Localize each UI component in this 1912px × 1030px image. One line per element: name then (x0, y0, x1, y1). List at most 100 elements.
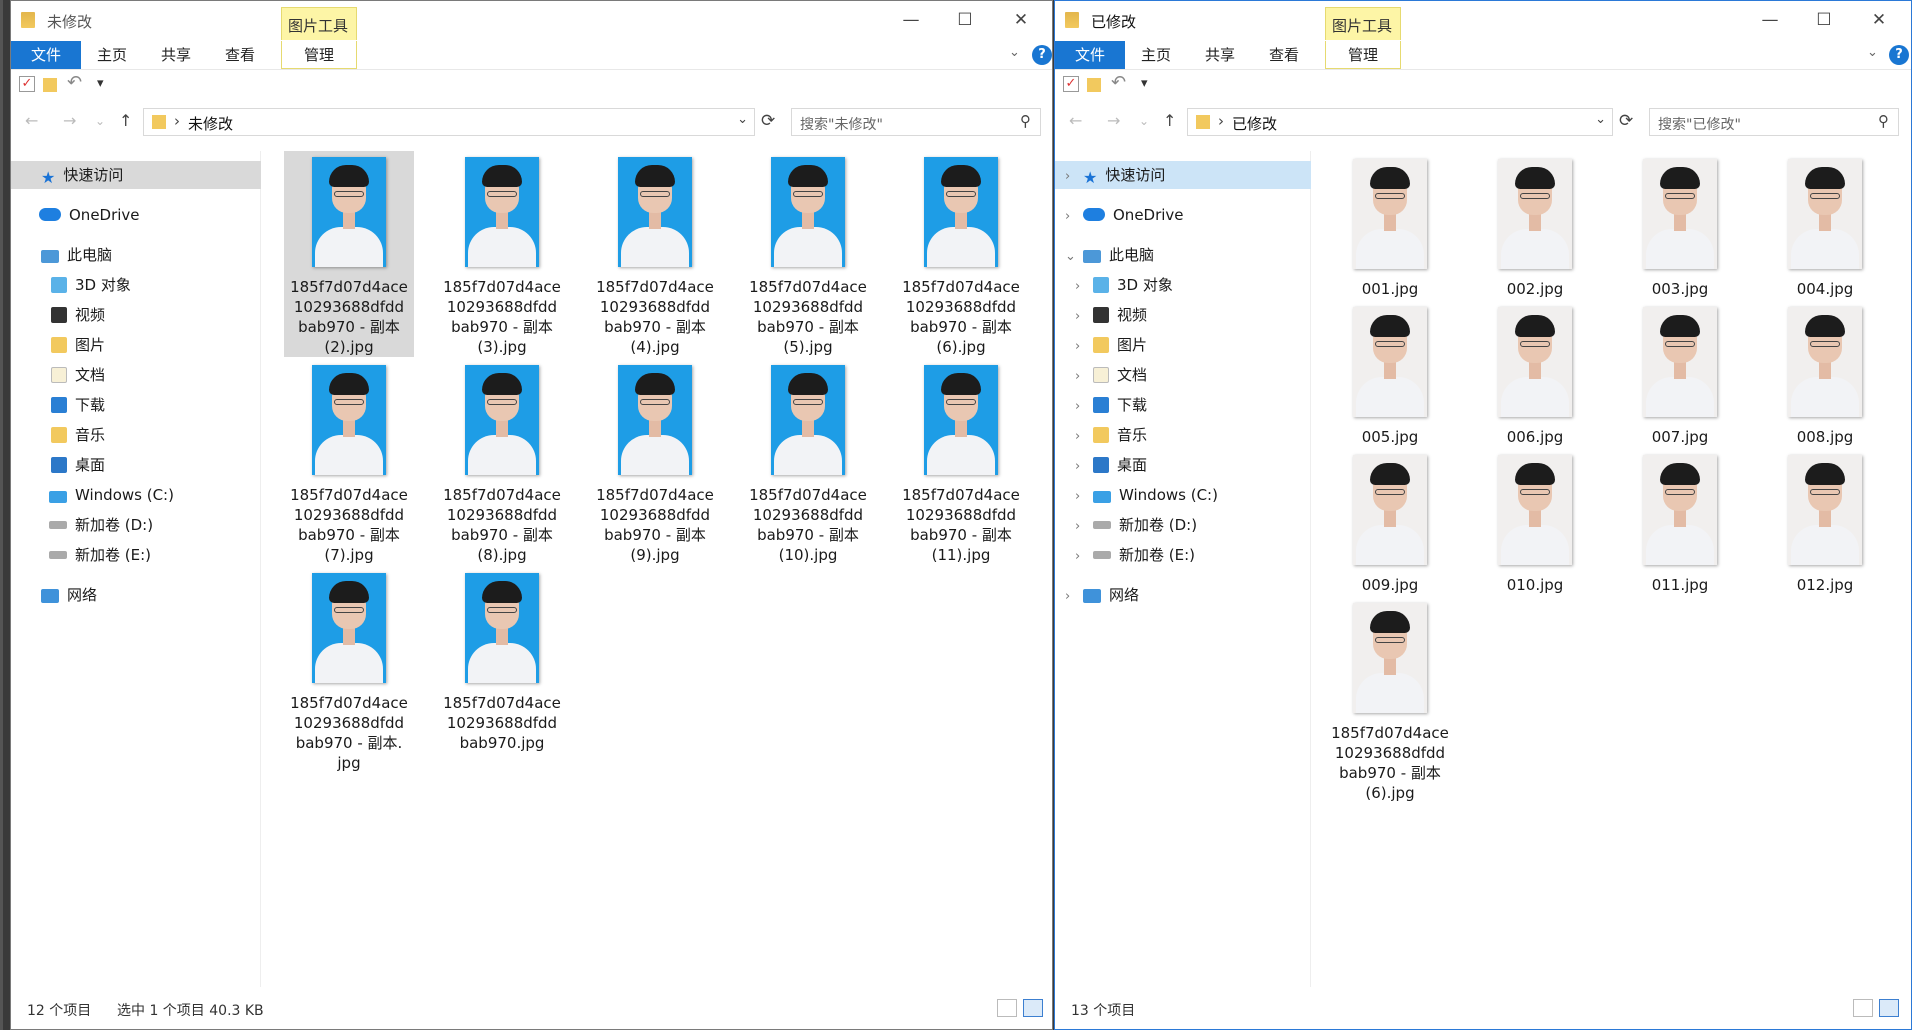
nav-drive-c[interactable]: Windows (C:) (11, 481, 174, 509)
nav-onedrive[interactable]: › OneDrive (1055, 201, 1184, 229)
chevron-down-icon[interactable]: ⌄ (1065, 243, 1083, 271)
customize-toolbar-icon[interactable]: ▾ (1141, 76, 1148, 91)
chevron-right-icon[interactable]: › (1075, 333, 1093, 361)
file-item[interactable]: 185f7d07d4ace 10293688dfdd bab970 - 副本 (… (590, 359, 720, 565)
properties-icon[interactable]: ✓ (1063, 76, 1079, 92)
chevron-right-icon[interactable]: › (1075, 513, 1093, 541)
file-item[interactable]: 007.jpg (1620, 301, 1740, 446)
tab-home[interactable]: 主页 (97, 41, 127, 69)
back-icon[interactable]: ← (1069, 111, 1082, 130)
back-icon[interactable]: ← (25, 111, 38, 130)
file-item[interactable]: 001.jpg (1330, 153, 1450, 298)
file-item[interactable]: 185f7d07d4ace 10293688dfdd bab970 - 副本 (… (437, 359, 567, 565)
nav-desktop[interactable]: 桌面 (11, 451, 105, 479)
customize-toolbar-icon[interactable]: ▾ (97, 76, 104, 91)
file-item[interactable]: 185f7d07d4ace 10293688dfdd bab970 - 副本 (… (284, 151, 414, 357)
chevron-right-icon[interactable]: › (1065, 203, 1083, 231)
nav-drive-d[interactable]: › 新加卷 (D:) (1055, 511, 1197, 539)
tab-share[interactable]: 共享 (1205, 41, 1235, 69)
nav-documents[interactable]: 文档 (11, 361, 105, 389)
search-icon[interactable]: ⚲ (1020, 112, 1031, 130)
file-item[interactable]: 005.jpg (1330, 301, 1450, 446)
file-item[interactable]: 185f7d07d4ace 10293688dfdd bab970 - 副本 (… (284, 359, 414, 565)
file-item[interactable]: 185f7d07d4ace 10293688dfdd bab970.jpg (437, 567, 567, 773)
chevron-right-icon[interactable]: › (1065, 163, 1083, 191)
properties-icon[interactable]: ✓ (19, 76, 35, 92)
large-icons-view-button[interactable] (1023, 999, 1043, 1017)
chevron-right-icon[interactable]: › (1075, 393, 1093, 421)
file-item[interactable]: 003.jpg (1620, 153, 1740, 298)
nav-pictures[interactable]: › 图片 (1055, 331, 1147, 359)
large-icons-view-button[interactable] (1879, 999, 1899, 1017)
file-view[interactable]: 001.jpg 002.jpg 003.jpg 004.jpg 005.jpg 006.j… (1312, 151, 1911, 987)
recent-icon[interactable]: ⌄ (95, 114, 105, 128)
file-item[interactable]: 012.jpg (1765, 449, 1885, 594)
file-item[interactable]: 002.jpg (1475, 153, 1595, 298)
nav-3d-objects[interactable]: › 3D 对象 (1055, 271, 1173, 299)
nav-drive-d[interactable]: 新加卷 (D:) (11, 511, 153, 539)
chevron-right-icon[interactable]: › (1075, 363, 1093, 391)
tab-manage[interactable]: 管理 (281, 41, 357, 69)
chevron-down-icon[interactable]: ⌄ (1595, 112, 1606, 127)
file-item[interactable]: 004.jpg (1765, 153, 1885, 298)
file-item[interactable]: 009.jpg (1330, 449, 1450, 594)
help-icon[interactable]: ? (1889, 45, 1909, 65)
tab-home[interactable]: 主页 (1141, 41, 1171, 69)
file-item[interactable]: 185f7d07d4ace 10293688dfdd bab970 - 副本 (… (743, 359, 873, 565)
file-item[interactable]: 006.jpg (1475, 301, 1595, 446)
up-icon[interactable]: ↑ (119, 111, 132, 130)
chevron-right-icon[interactable]: › (1075, 303, 1093, 331)
chevron-right-icon[interactable]: › (1075, 453, 1093, 481)
nav-quick-access[interactable]: ★ 快速访问 (11, 161, 261, 189)
help-icon[interactable]: ? (1032, 45, 1052, 65)
file-item[interactable]: 010.jpg (1475, 449, 1595, 594)
up-icon[interactable]: ↑ (1163, 111, 1176, 130)
nav-documents[interactable]: › 文档 (1055, 361, 1147, 389)
nav-downloads[interactable]: 下载 (11, 391, 105, 419)
picture-tools-tab[interactable]: 图片工具 (1325, 7, 1401, 40)
nav-desktop[interactable]: › 桌面 (1055, 451, 1147, 479)
search-input[interactable]: 搜索"已修改" ⚲ (1649, 108, 1899, 136)
address-bar[interactable]: › 未修改 ⌄ (143, 108, 755, 136)
nav-quick-access[interactable]: › ★ 快速访问 (1055, 161, 1311, 189)
maximize-button[interactable]: ☐ (953, 9, 977, 33)
file-item[interactable]: 011.jpg (1620, 449, 1740, 594)
search-input[interactable]: 搜索"未修改" ⚲ (791, 108, 1041, 136)
file-view[interactable]: 185f7d07d4ace 10293688dfdd bab970 - 副本 (… (262, 151, 1052, 987)
nav-videos[interactable]: 视频 (11, 301, 105, 329)
chevron-down-icon[interactable]: ⌄ (1867, 45, 1878, 60)
title-bar[interactable]: 未修改 图片工具 — ☐ ✕ (11, 1, 1052, 41)
nav-this-pc[interactable]: ⌄ 此电脑 (1055, 241, 1154, 269)
chevron-right-icon[interactable]: › (1075, 423, 1093, 451)
forward-icon[interactable]: → (1107, 111, 1120, 130)
refresh-icon[interactable]: ⟳ (761, 111, 775, 131)
nav-videos[interactable]: › 视频 (1055, 301, 1147, 329)
file-item[interactable]: 185f7d07d4ace 10293688dfdd bab970 - 副本 (… (590, 151, 720, 357)
nav-network[interactable]: › 网络 (1055, 581, 1139, 609)
chevron-right-icon[interactable]: › (1065, 583, 1083, 611)
file-item[interactable]: 185f7d07d4ace 10293688dfdd bab970 - 副本. … (284, 567, 414, 773)
new-folder-icon[interactable] (1087, 78, 1101, 92)
tab-file[interactable]: 文件 (11, 41, 81, 69)
nav-drive-e[interactable]: 新加卷 (E:) (11, 541, 151, 569)
nav-music[interactable]: › 音乐 (1055, 421, 1147, 449)
maximize-button[interactable]: ☐ (1812, 9, 1836, 33)
picture-tools-tab[interactable]: 图片工具 (281, 7, 357, 40)
chevron-right-icon[interactable]: › (1075, 273, 1093, 301)
chevron-down-icon[interactable]: ⌄ (737, 112, 748, 127)
recent-icon[interactable]: ⌄ (1139, 114, 1149, 128)
minimize-button[interactable]: — (1758, 9, 1782, 33)
file-item[interactable]: 185f7d07d4ace 10293688dfdd bab970 - 副本 (… (1330, 597, 1450, 802)
new-folder-icon[interactable] (43, 78, 57, 92)
chevron-right-icon[interactable]: › (1075, 483, 1093, 511)
chevron-right-icon[interactable]: › (1075, 543, 1093, 571)
details-view-button[interactable] (1853, 999, 1873, 1017)
tab-view[interactable]: 查看 (225, 41, 255, 69)
nav-3d-objects[interactable]: 3D 对象 (11, 271, 131, 299)
close-button[interactable]: ✕ (1009, 9, 1033, 33)
nav-onedrive[interactable]: OneDrive (11, 201, 140, 229)
file-item[interactable]: 185f7d07d4ace 10293688dfdd bab970 - 副本 (… (896, 151, 1026, 357)
file-item[interactable]: 185f7d07d4ace 10293688dfdd bab970 - 副本 (… (437, 151, 567, 357)
forward-icon[interactable]: → (63, 111, 76, 130)
tab-share[interactable]: 共享 (161, 41, 191, 69)
